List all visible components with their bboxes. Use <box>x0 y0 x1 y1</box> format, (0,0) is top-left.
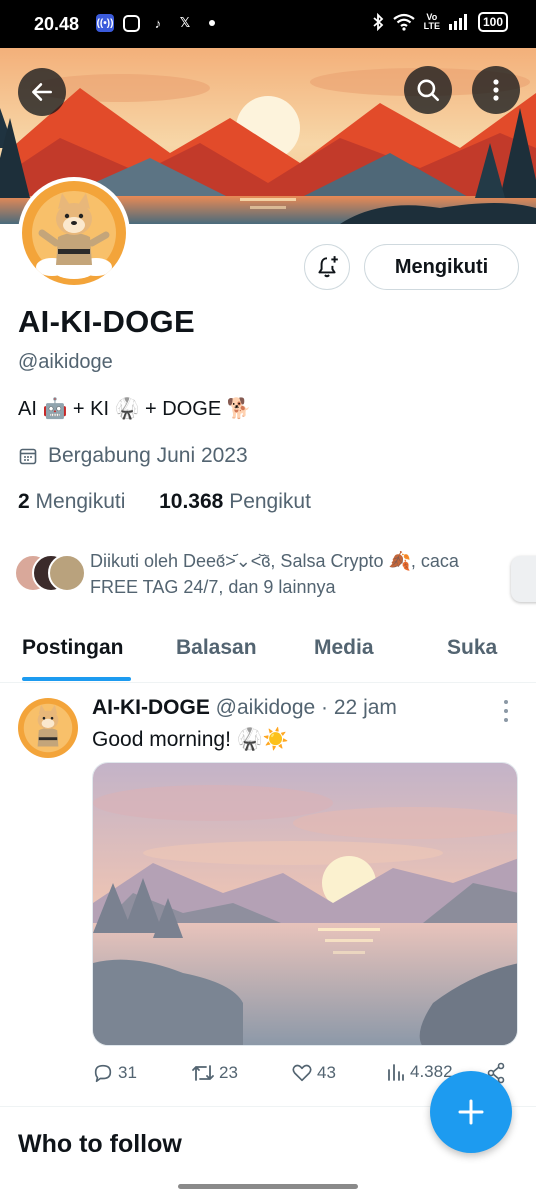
x-icon: 𝕏 <box>179 15 191 30</box>
followers-link[interactable]: 10.368 Pengikut <box>159 490 311 513</box>
followed-by-text: Diikuti oleh Deeɞ᷄˃᷄⌄˂᷅ɞ᷅, Salsa Crypto … <box>90 551 459 597</box>
sunset-lake-image <box>93 763 517 1045</box>
heart-icon <box>292 1064 312 1082</box>
tiktok-icon: ♪ <box>154 15 162 31</box>
side-panel-handle[interactable] <box>511 556 536 602</box>
follow-stats: 2 Mengikuti 10.368 Pengikut <box>18 490 311 514</box>
battery-indicator: 100 <box>477 12 508 32</box>
search-icon <box>417 79 440 102</box>
following-link[interactable]: 2 Mengikuti <box>18 490 125 513</box>
notify-button[interactable] <box>304 244 350 290</box>
follower-avatar <box>48 554 86 592</box>
join-date: Bergabung Juni 2023 <box>18 444 248 468</box>
profile-tabs: Postingan Balasan Media Suka <box>0 626 536 683</box>
bell-plus-icon <box>318 256 338 278</box>
post-header: AI-KI-DOGE @aikidoge · 22 jam <box>92 696 397 720</box>
back-button[interactable] <box>18 68 66 116</box>
views-button[interactable]: 4.382 <box>386 1062 453 1082</box>
broadcast-icon: ((•)) <box>96 14 114 32</box>
like-button[interactable]: 43 <box>291 1062 336 1084</box>
tab-postingan[interactable]: Postingan <box>22 636 124 660</box>
post-avatar[interactable] <box>18 698 78 758</box>
tab-balasan[interactable]: Balasan <box>176 636 257 660</box>
followed-by[interactable]: Diikuti oleh Deeɞ᷄˃᷄⌄˂᷅ɞ᷅, Salsa Crypto … <box>14 548 514 600</box>
who-to-follow-heading: Who to follow <box>18 1130 182 1158</box>
post-text: Good morning! 🥋☀️ <box>92 728 290 751</box>
reply-button[interactable]: 31 <box>92 1062 137 1084</box>
tab-suka[interactable]: Suka <box>447 636 497 660</box>
post-more-button[interactable] <box>498 700 514 722</box>
back-arrow-icon <box>32 83 52 101</box>
more-notifications-dot <box>209 20 215 26</box>
profile-bio: AI 🤖 + KI 🥋 + DOGE 🐕 <box>18 398 252 420</box>
plus-icon <box>458 1099 484 1125</box>
views-icon <box>388 1064 404 1081</box>
profile-handle: @aikidoge <box>18 351 113 373</box>
active-tab-indicator <box>22 677 131 681</box>
post-image[interactable] <box>92 762 518 1046</box>
following-button[interactable]: Mengikuti <box>364 244 519 290</box>
avatar <box>22 181 126 285</box>
followers-count: 10.368 <box>159 490 224 513</box>
join-date-text: Bergabung Juni 2023 <box>48 444 248 467</box>
followers-label: Pengikut <box>229 490 311 513</box>
compose-post-button[interactable] <box>430 1071 512 1153</box>
more-options-button[interactable] <box>472 66 520 114</box>
like-count: 43 <box>317 1063 336 1082</box>
post-author[interactable]: AI-KI-DOGE <box>92 696 210 719</box>
volte-icon: Vo LTE <box>423 12 440 31</box>
repost-icon <box>192 1065 214 1081</box>
reply-icon <box>94 1064 112 1083</box>
bluetooth-icon <box>373 13 383 31</box>
doge-avatar-image <box>18 698 78 758</box>
doge-karate-image <box>22 181 126 285</box>
profile-name: AI-KI-DOGE <box>18 304 195 339</box>
status-time: 20.48 <box>34 14 80 34</box>
instagram-icon <box>123 14 140 32</box>
wifi-icon <box>392 13 415 31</box>
repost-count: 23 <box>219 1063 238 1082</box>
following-label: Mengikuti <box>35 490 126 513</box>
repost-button[interactable]: 23 <box>191 1062 238 1084</box>
status-bar: 20.48 ((•)) ♪ 𝕏 Vo LTE 100 <box>0 0 536 48</box>
tab-media[interactable]: Media <box>314 636 374 660</box>
more-vertical-icon <box>493 79 499 101</box>
reply-count: 31 <box>118 1063 137 1082</box>
system-icons: Vo LTE 100 <box>372 12 508 32</box>
profile-avatar[interactable] <box>18 177 130 289</box>
search-button[interactable] <box>404 66 452 114</box>
calendar-icon <box>19 448 37 465</box>
notification-icons: ((•)) ♪ 𝕏 <box>96 14 215 32</box>
post-handle-time: @aikidoge · 22 jam <box>215 696 397 719</box>
home-indicator[interactable] <box>178 1184 358 1189</box>
signal-icon <box>448 14 467 30</box>
following-count: 2 <box>18 490 30 513</box>
